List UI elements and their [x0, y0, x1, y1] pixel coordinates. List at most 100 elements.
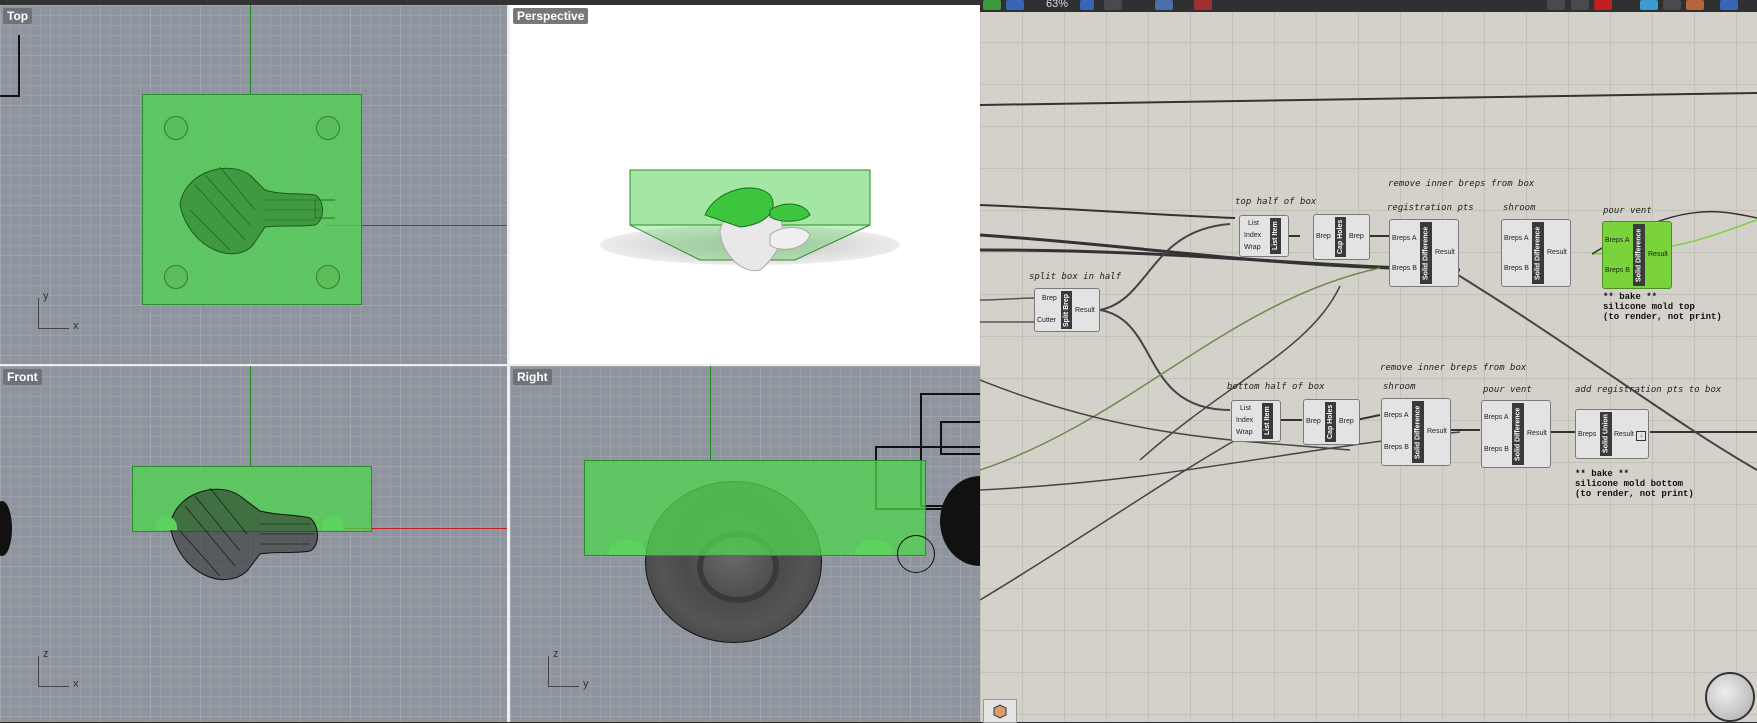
output-result[interactable]: Result	[1648, 251, 1668, 258]
component-title: Solid Difference	[1633, 224, 1645, 286]
input-breps-a[interactable]: Breps A	[1605, 237, 1630, 244]
mushroom-top-wireframe	[179, 166, 335, 255]
viewport-divider-vertical	[507, 0, 510, 722]
vent-circle	[897, 535, 935, 573]
solid-union-component[interactable]: Breps Solid Union Result ↓	[1575, 409, 1649, 459]
input-breps[interactable]: Breps	[1578, 431, 1596, 438]
front-viewport[interactable]: z x Front	[0, 366, 507, 722]
cap-holes-component[interactable]: Brep Cap Holes Brep	[1313, 214, 1370, 260]
output-brep[interactable]: Brep	[1349, 233, 1364, 240]
note-shroom-top: shroom	[1503, 203, 1536, 213]
gh-navigator-widget[interactable]	[1705, 672, 1755, 722]
component-title: List Item	[1270, 218, 1281, 254]
component-title: List Item	[1262, 403, 1273, 439]
output-result[interactable]: Result	[1527, 430, 1547, 437]
viewport-label-right[interactable]: Right	[513, 369, 552, 385]
gizmo-z-label: z	[43, 648, 49, 660]
viewport-label-front[interactable]: Front	[3, 369, 42, 385]
note-split-box: split box in half	[1029, 272, 1122, 282]
gizmo-x-label: x	[73, 320, 79, 332]
input-breps-b[interactable]: Breps B	[1392, 265, 1417, 272]
top-edge-bar	[0, 0, 980, 5]
note-remove-inner-top: remove inner breps from box	[1388, 179, 1535, 189]
grasshopper-canvas[interactable]: 63% remove inner breps from box top half…	[980, 0, 1757, 722]
list-item-component[interactable]: List Index Wrap List Item	[1239, 215, 1289, 257]
note-registration-pts: registration pts	[1387, 203, 1474, 213]
input-breps-a[interactable]: Breps A	[1484, 414, 1509, 421]
object-edge	[940, 421, 980, 455]
component-title: Solid Difference	[1512, 403, 1524, 465]
component-title: Solid Difference	[1412, 401, 1424, 463]
output-result[interactable]: Result	[1547, 249, 1567, 256]
output-brep[interactable]: Brep	[1339, 418, 1354, 425]
registration-point	[316, 116, 340, 140]
component-title: Solid Difference	[1420, 222, 1432, 284]
input-wrap[interactable]: Wrap	[1236, 429, 1253, 436]
note-add-registration: add registration pts to box	[1575, 385, 1722, 395]
y-axis-line	[250, 5, 251, 95]
gizmo-y-label: y	[43, 290, 49, 302]
input-breps-b[interactable]: Breps B	[1384, 444, 1409, 451]
axis-gizmo: z y	[548, 648, 589, 690]
split-brep-component[interactable]: Brep Cutter Split Brep Result	[1034, 288, 1100, 332]
solid-difference-component[interactable]: Breps A Breps B Solid Difference Result	[1381, 398, 1451, 466]
input-breps-b[interactable]: Breps B	[1504, 265, 1529, 272]
solid-difference-component[interactable]: Breps A Breps B Solid Difference Result	[1501, 219, 1571, 287]
note-bottom-half: bottom half of box	[1227, 382, 1325, 392]
input-breps-a[interactable]: Breps A	[1384, 412, 1409, 419]
cap-holes-component[interactable]: Brep Cap Holes Brep	[1303, 399, 1360, 445]
solid-difference-component-selected[interactable]: Breps A Breps B Solid Difference Result	[1602, 221, 1672, 289]
output-result[interactable]: Result	[1427, 428, 1447, 435]
output-result[interactable]: Result	[1075, 307, 1095, 314]
registration-point	[164, 116, 188, 140]
input-index[interactable]: Index	[1236, 417, 1253, 424]
registration-point	[164, 265, 188, 289]
component-title: Cap Holes	[1325, 402, 1336, 442]
viewport-label-perspective[interactable]: Perspective	[513, 8, 589, 24]
note-bake-bottom: ** bake ** silicone mold bottom (to rend…	[1575, 469, 1694, 499]
input-breps-a[interactable]: Breps A	[1504, 235, 1529, 242]
note-shroom-bottom: shroom	[1383, 382, 1416, 392]
top-viewport[interactable]: y x Top	[0, 5, 507, 364]
input-brep[interactable]: Brep	[1306, 418, 1321, 425]
note-top-half: top half of box	[1235, 197, 1317, 207]
input-breps-b[interactable]: Breps B	[1484, 446, 1509, 453]
z-axis-line	[710, 366, 711, 461]
solid-difference-component[interactable]: Breps A Breps B Solid Difference Result	[1481, 400, 1551, 468]
viewport-label-top[interactable]: Top	[3, 8, 33, 24]
input-brep[interactable]: Brep	[1042, 295, 1057, 302]
registration-point	[316, 265, 340, 289]
output-result[interactable]: Result	[1435, 249, 1455, 256]
note-remove-inner-bottom: remove inner breps from box	[1380, 363, 1527, 373]
input-breps-b[interactable]: Breps B	[1605, 267, 1630, 274]
right-viewport[interactable]: z y Right	[510, 366, 980, 722]
note-pour-vent-top: pour vent	[1603, 206, 1652, 216]
box-icon	[993, 704, 1007, 719]
registration-point	[608, 540, 646, 555]
component-title: Solid Union	[1600, 412, 1612, 456]
note-pour-vent-bottom: pour vent	[1483, 385, 1532, 395]
solid-difference-component[interactable]: Breps A Breps B Solid Difference Result	[1389, 219, 1459, 287]
list-item-component[interactable]: List Index Wrap List Item	[1231, 400, 1281, 442]
component-title: Split Brep	[1061, 291, 1072, 329]
object-edge	[0, 35, 20, 97]
flatten-icon: ↓	[1636, 431, 1646, 441]
output-result[interactable]: Result	[1614, 431, 1634, 438]
rhino-object-icon[interactable]	[983, 699, 1017, 723]
input-wrap[interactable]: Wrap	[1244, 244, 1261, 251]
gizmo-z-label: z	[553, 648, 559, 660]
input-index[interactable]: Index	[1244, 232, 1261, 239]
wires	[980, 92, 1757, 601]
input-brep[interactable]: Brep	[1316, 233, 1331, 240]
gizmo-x-label: x	[73, 678, 79, 690]
perspective-viewport[interactable]: Perspective	[510, 5, 980, 364]
z-axis-line	[250, 366, 251, 466]
component-title: Cap Holes	[1335, 217, 1346, 257]
input-cutter[interactable]: Cutter	[1037, 317, 1056, 324]
input-breps-a[interactable]: Breps A	[1392, 235, 1417, 242]
axis-gizmo: z x	[38, 648, 79, 690]
mushroom-front-wireframe	[169, 487, 318, 580]
input-list[interactable]: List	[1248, 220, 1259, 227]
input-list[interactable]: List	[1240, 405, 1251, 412]
object-edge	[0, 501, 12, 556]
